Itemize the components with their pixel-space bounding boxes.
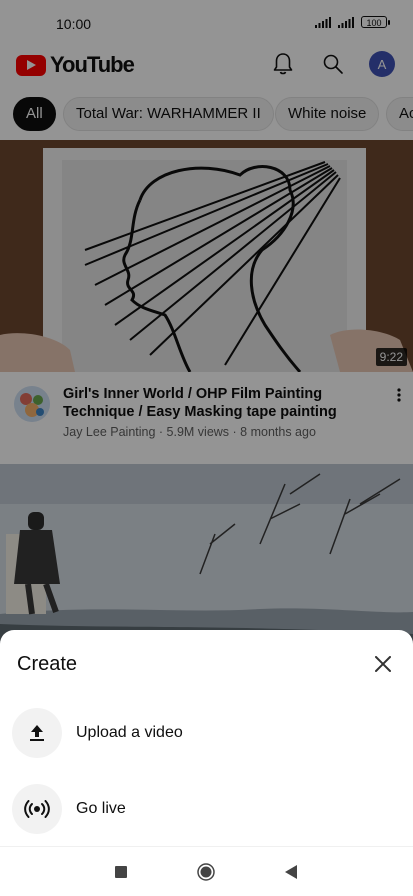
upload-video-item[interactable]: Upload a video [0, 703, 413, 763]
go-live-label: Go live [76, 800, 126, 817]
home-icon[interactable] [194, 860, 218, 884]
go-live-item[interactable]: Go live [0, 779, 413, 839]
upload-video-label: Upload a video [76, 724, 183, 741]
create-bottom-sheet: Create Upload a video Go live [0, 630, 413, 846]
android-nav-bar [0, 846, 413, 896]
recents-icon[interactable] [109, 860, 133, 884]
sheet-title: Create [17, 653, 78, 675]
close-icon[interactable] [371, 652, 395, 676]
upload-icon [12, 708, 62, 758]
live-broadcast-icon [12, 784, 62, 834]
back-icon[interactable] [279, 860, 303, 884]
